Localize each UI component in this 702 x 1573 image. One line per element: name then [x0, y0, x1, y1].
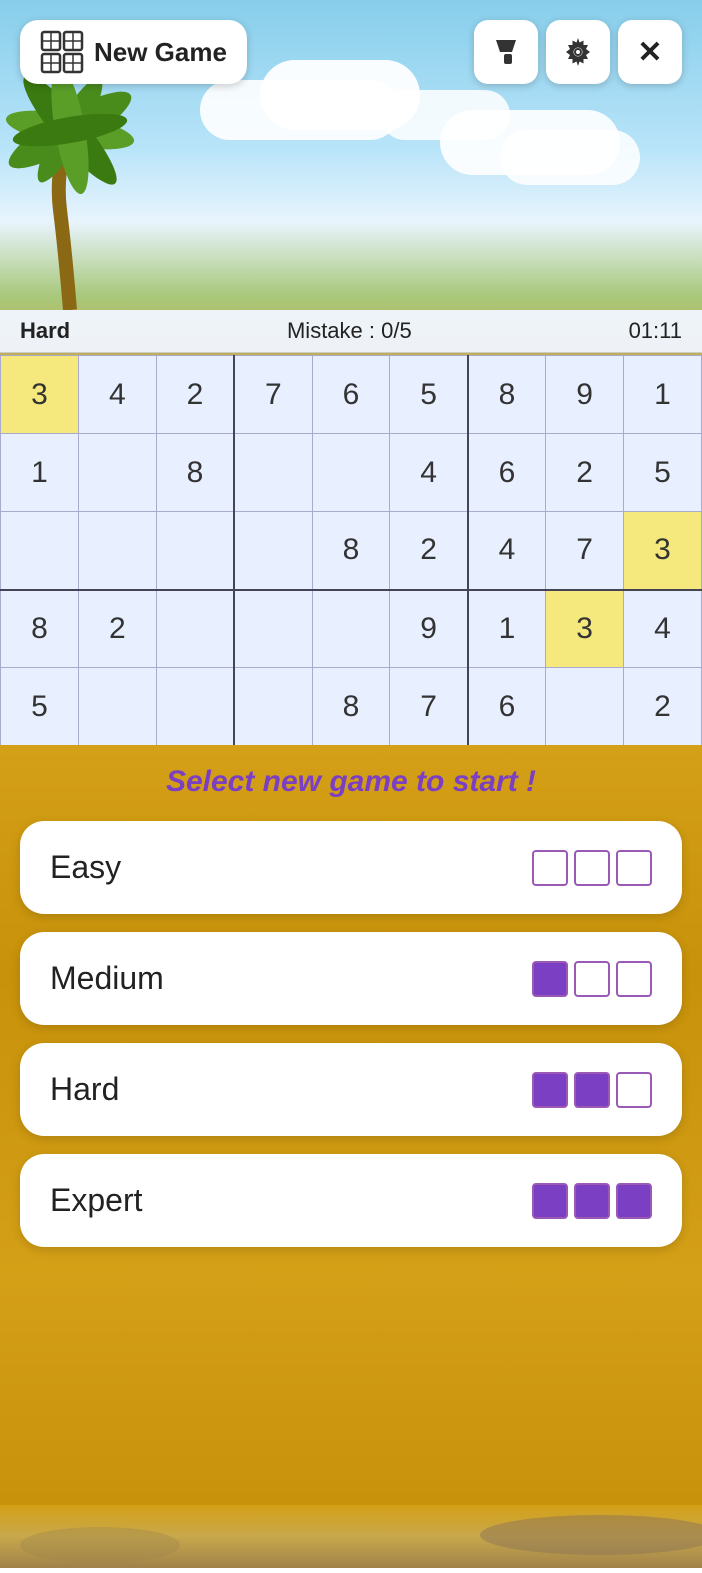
expert-label: Expert — [50, 1182, 142, 1219]
cell-2-2[interactable] — [156, 512, 234, 590]
cell-4-7[interactable] — [546, 668, 624, 746]
cell-3-0[interactable]: 8 — [1, 590, 79, 668]
sudoku-table: 3427658911846258247382913458762 — [0, 355, 702, 746]
hard-bar-3 — [616, 1072, 652, 1108]
cell-4-5[interactable]: 7 — [390, 668, 468, 746]
medium-button[interactable]: Medium — [20, 932, 682, 1025]
cell-2-4[interactable]: 8 — [312, 512, 390, 590]
easy-bar-3 — [616, 850, 652, 886]
cell-3-2[interactable] — [156, 590, 234, 668]
cell-4-0[interactable]: 5 — [1, 668, 79, 746]
cell-3-7[interactable]: 3 — [546, 590, 624, 668]
cell-0-8[interactable]: 1 — [624, 356, 702, 434]
expert-bar-3 — [616, 1183, 652, 1219]
difficulty-label: Hard — [20, 318, 70, 344]
cell-3-1[interactable]: 2 — [78, 590, 156, 668]
expert-bar-1 — [532, 1183, 568, 1219]
grid-icon — [40, 30, 84, 74]
cell-4-8[interactable]: 2 — [624, 668, 702, 746]
cell-2-3[interactable] — [234, 512, 312, 590]
easy-button[interactable]: Easy — [20, 821, 682, 914]
cell-2-1[interactable] — [78, 512, 156, 590]
easy-bar-2 — [574, 850, 610, 886]
status-bar: Hard Mistake : 0/5 01:11 — [0, 310, 702, 353]
cell-3-6[interactable]: 1 — [468, 590, 546, 668]
cell-1-7[interactable]: 2 — [546, 434, 624, 512]
cell-4-4[interactable]: 8 — [312, 668, 390, 746]
overlay-panel: Select new game to start ! Easy Medium H… — [0, 745, 702, 1505]
new-game-button[interactable]: New Game — [20, 20, 247, 84]
medium-bar-2 — [574, 961, 610, 997]
hard-bars — [532, 1072, 652, 1108]
cell-3-8[interactable]: 4 — [624, 590, 702, 668]
paint-button[interactable] — [474, 20, 538, 84]
cell-0-4[interactable]: 6 — [312, 356, 390, 434]
cell-0-2[interactable]: 2 — [156, 356, 234, 434]
cell-0-7[interactable]: 9 — [546, 356, 624, 434]
cell-1-3[interactable] — [234, 434, 312, 512]
cell-3-5[interactable]: 9 — [390, 590, 468, 668]
gear-icon — [562, 36, 594, 68]
cell-1-8[interactable]: 5 — [624, 434, 702, 512]
cell-4-6[interactable]: 6 — [468, 668, 546, 746]
close-icon: ✕ — [637, 35, 662, 70]
select-prompt: Select new game to start ! — [20, 765, 682, 799]
timer-label: 01:11 — [629, 318, 682, 344]
cell-2-0[interactable] — [1, 512, 79, 590]
cell-0-0[interactable]: 3 — [1, 356, 79, 434]
cell-1-2[interactable]: 8 — [156, 434, 234, 512]
cell-4-2[interactable] — [156, 668, 234, 746]
cell-2-7[interactable]: 7 — [546, 512, 624, 590]
palm-tree-left — [0, 50, 190, 310]
hard-bar-1 — [532, 1072, 568, 1108]
easy-label: Easy — [50, 849, 121, 886]
cell-0-6[interactable]: 8 — [468, 356, 546, 434]
hard-button[interactable]: Hard — [20, 1043, 682, 1136]
mistakes-label: Mistake : 0/5 — [287, 318, 412, 344]
cell-1-0[interactable]: 1 — [1, 434, 79, 512]
cell-1-4[interactable] — [312, 434, 390, 512]
cell-4-3[interactable] — [234, 668, 312, 746]
easy-bar-1 — [532, 850, 568, 886]
easy-bars — [532, 850, 652, 886]
cell-2-5[interactable]: 2 — [390, 512, 468, 590]
cell-2-6[interactable]: 4 — [468, 512, 546, 590]
cell-0-3[interactable]: 7 — [234, 356, 312, 434]
beach-bottom — [0, 1505, 702, 1568]
header: New Game ✕ — [0, 20, 702, 84]
medium-bar-3 — [616, 961, 652, 997]
cell-0-5[interactable]: 5 — [390, 356, 468, 434]
paint-icon — [490, 36, 522, 68]
medium-bars — [532, 961, 652, 997]
cell-1-5[interactable]: 4 — [390, 434, 468, 512]
cell-1-6[interactable]: 6 — [468, 434, 546, 512]
cell-4-1[interactable] — [78, 668, 156, 746]
cell-0-1[interactable]: 4 — [78, 356, 156, 434]
expert-bars — [532, 1183, 652, 1219]
header-actions: ✕ — [474, 20, 682, 84]
medium-label: Medium — [50, 960, 164, 997]
sudoku-grid: 3427658911846258247382913458762 — [0, 355, 702, 746]
medium-bar-1 — [532, 961, 568, 997]
cell-1-1[interactable] — [78, 434, 156, 512]
cell-3-3[interactable] — [234, 590, 312, 668]
expert-button[interactable]: Expert — [20, 1154, 682, 1247]
expert-bar-2 — [574, 1183, 610, 1219]
close-button[interactable]: ✕ — [618, 20, 682, 84]
cell-3-4[interactable] — [312, 590, 390, 668]
settings-button[interactable] — [546, 20, 610, 84]
hard-label: Hard — [50, 1071, 119, 1108]
new-game-label: New Game — [94, 37, 227, 68]
hard-bar-2 — [574, 1072, 610, 1108]
cell-2-8[interactable]: 3 — [624, 512, 702, 590]
